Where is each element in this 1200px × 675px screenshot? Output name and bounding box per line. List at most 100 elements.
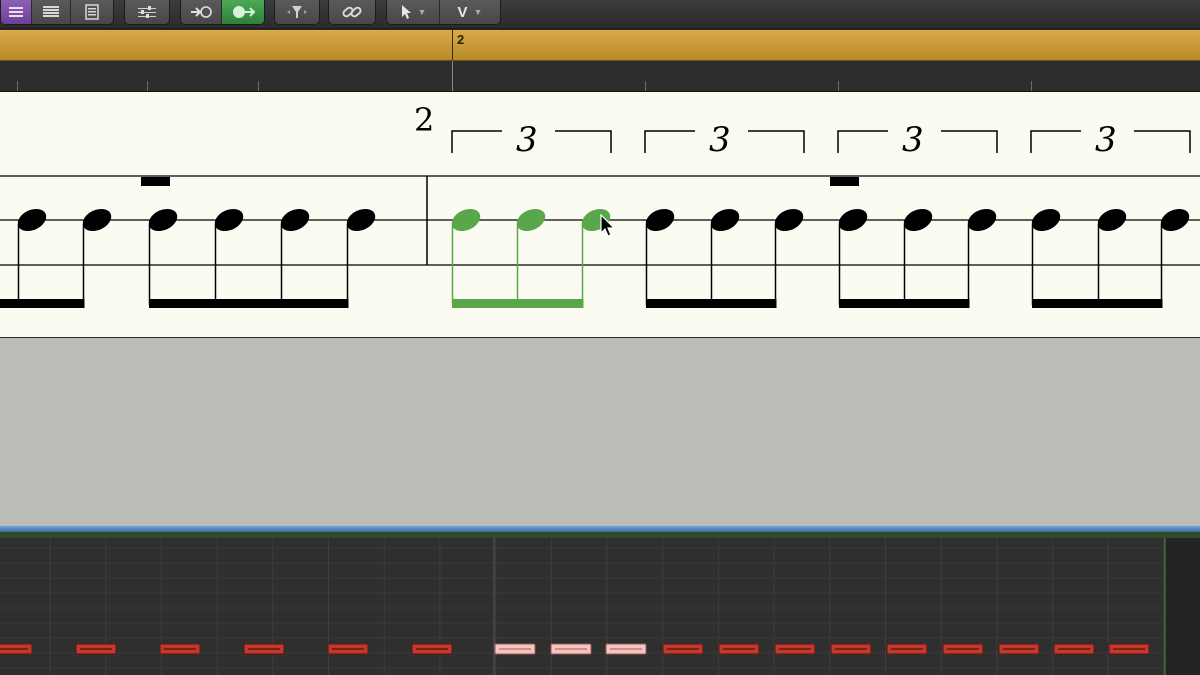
secondary-tool-button[interactable]: V ▼ [440,0,500,24]
midi-note-velocity [835,648,867,650]
tuplet-number: 3 [516,120,538,160]
view-mode-group [0,0,114,25]
midi-note-velocity [332,648,364,650]
bar-marker-line [452,30,453,60]
controls-group [124,0,170,25]
piano-roll-header [0,532,1200,538]
midi-out-button[interactable] [222,0,264,24]
tuplet-number: 3 [1095,120,1117,160]
note[interactable] [900,205,936,236]
ruler-tick-bar [452,61,453,91]
ruler-tick [1031,81,1032,91]
link-group [328,0,376,25]
note-beam [452,299,584,308]
note[interactable] [1028,205,1064,236]
piano-roll-end-shade [1165,538,1200,675]
filter-button[interactable] [275,0,319,24]
filter-icon [287,6,307,18]
note-beam [149,299,349,308]
midi-note-velocity [610,648,642,650]
empty-editor-area [0,338,1200,526]
midi-note-velocity [947,648,979,650]
chevron-down-icon: ▼ [417,7,427,17]
note[interactable] [771,205,807,236]
chevron-down-icon: ▼ [473,7,483,17]
midi-out-icon [233,6,256,18]
ruler-tick [838,81,839,91]
midi-note-velocity [779,648,811,650]
note-beam [1032,299,1163,308]
note[interactable] [211,205,247,236]
note[interactable] [145,205,181,236]
ruler-tick [147,81,148,91]
tuplet-bracket: 3 [451,120,612,160]
lines-icon [9,7,23,17]
link-button[interactable] [329,0,375,24]
note[interactable] [79,205,115,236]
midi-group [180,0,265,25]
whole-rest [141,177,170,186]
ruler-tick [645,81,646,91]
midi-note-velocity [1003,648,1035,650]
pointer-tool-button[interactable]: ▼ [387,0,440,24]
midi-note-velocity [1058,648,1090,650]
note[interactable] [964,205,1000,236]
note[interactable] [642,205,678,236]
selected-note[interactable] [448,205,484,236]
ruler-tick [258,81,259,91]
tuplet-number: 3 [709,120,731,160]
note-beam [646,299,777,308]
ruler-tick [17,81,18,91]
tuplet-bracket: 3 [644,120,805,160]
midi-note-velocity [499,648,531,650]
note[interactable] [14,205,50,236]
toolbar: ▼ V ▼ [0,0,1200,29]
sliders-icon [138,6,156,18]
note[interactable] [277,205,313,236]
whole-rest [830,177,859,186]
pointer-icon [401,5,411,19]
controls-button[interactable] [125,0,169,24]
stack-icon [43,6,59,17]
midi-in-button[interactable] [181,0,222,24]
note[interactable] [707,205,743,236]
midi-note-velocity [891,648,923,650]
selected-note[interactable] [513,205,549,236]
secondary-tool-label: V [457,3,468,21]
selected-triplet-group[interactable] [448,205,614,308]
tuplet-number: 3 [902,120,924,160]
midi-note-velocity [723,648,755,650]
note-beam [839,299,970,308]
midi-note-velocity [80,648,112,650]
midi-note-velocity [248,648,280,650]
piano-roll[interactable] [0,532,1200,675]
stack-view-button[interactable] [32,0,71,24]
note-group[interactable] [835,205,1000,308]
filter-group [274,0,320,25]
note[interactable] [835,205,871,236]
list-view-button[interactable] [1,0,32,24]
tuplet-bracket: 3 [1030,120,1191,160]
link-icon [342,6,362,18]
midi-note-velocity [416,648,448,650]
midi-region-bar[interactable]: 2 [0,30,1200,61]
bar-number: 2 [457,32,465,47]
page-icon [85,4,99,20]
ruler[interactable] [0,61,1200,92]
midi-note-velocity [1113,648,1145,650]
note[interactable] [343,205,379,236]
midi-note-velocity [0,648,28,650]
note-group[interactable] [1028,205,1193,308]
tool-group: ▼ V ▼ [386,0,501,25]
note-beam [0,299,85,308]
note[interactable] [1094,205,1130,236]
note[interactable] [1157,205,1193,236]
midi-note-velocity [667,648,699,650]
measure-number: 2 [414,101,434,139]
page-view-button[interactable] [71,0,113,24]
tuplet-bracket: 3 [837,120,998,160]
midi-in-icon [191,6,212,18]
midi-note-velocity [555,648,587,650]
mouse-cursor-icon [600,214,616,237]
note-group[interactable] [642,205,807,308]
